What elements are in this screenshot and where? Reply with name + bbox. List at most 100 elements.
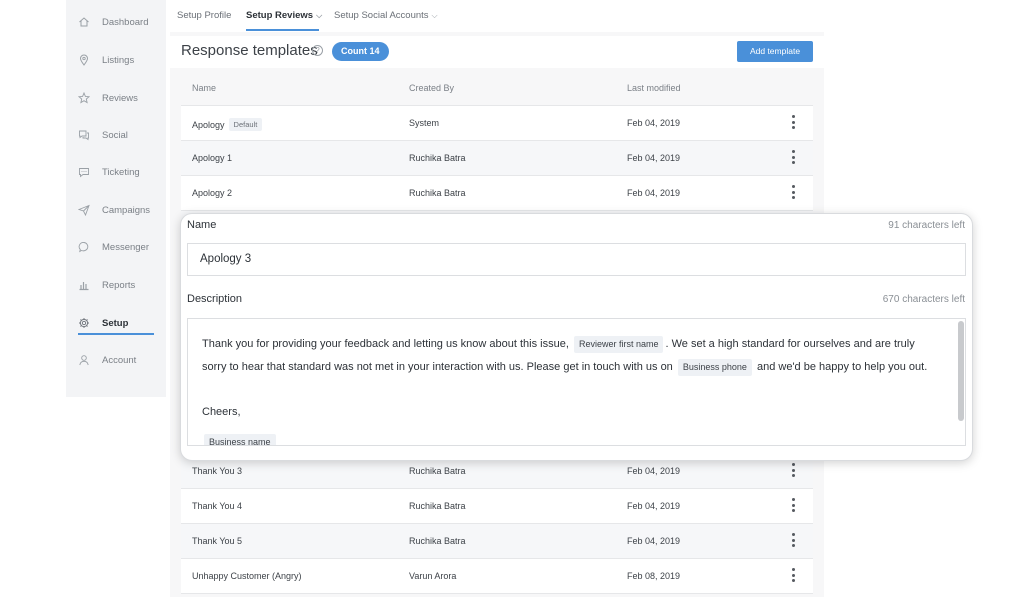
chat-icon bbox=[78, 129, 90, 141]
table-row[interactable]: Unhappy Customer (Angry) Varun Arora Feb… bbox=[181, 559, 813, 594]
sidebar: Dashboard Listings Reviews Social Ticket… bbox=[66, 0, 166, 397]
tab-setup-reviews[interactable]: Setup Reviews ⌵ bbox=[246, 10, 322, 21]
table-row[interactable]: Apology 2 Ruchika Batra Feb 04, 2019 bbox=[181, 176, 813, 211]
more-options-icon[interactable] bbox=[791, 463, 795, 479]
template-name-input[interactable]: Apology 3 bbox=[187, 243, 966, 276]
table-header: Name Created By Last modified bbox=[181, 70, 813, 106]
template-name: Apology 1 bbox=[192, 153, 233, 163]
sidebar-item-social[interactable]: Social bbox=[66, 120, 166, 150]
created-by: Ruchika Batra bbox=[409, 501, 466, 511]
sidebar-item-label: Campaigns bbox=[102, 204, 151, 216]
sidebar-item-reviews[interactable]: Reviews bbox=[66, 83, 166, 113]
more-options-icon[interactable] bbox=[791, 498, 795, 514]
pin-icon bbox=[78, 54, 90, 66]
send-icon bbox=[78, 204, 90, 216]
template-name: Thank You 4 bbox=[192, 501, 243, 511]
bar-chart-icon bbox=[78, 279, 90, 291]
last-modified: Feb 04, 2019 bbox=[627, 501, 681, 511]
last-modified: Feb 04, 2019 bbox=[627, 536, 681, 546]
template-name: Thank You 3 bbox=[192, 466, 243, 476]
ticket-icon bbox=[78, 166, 90, 178]
sidebar-item-reports[interactable]: Reports bbox=[66, 270, 166, 300]
sidebar-item-dashboard[interactable]: Dashboard bbox=[66, 7, 166, 37]
table-row[interactable]: Thank You 4 Ruchika Batra Feb 04, 2019 bbox=[181, 489, 813, 524]
template-name: Apology Default bbox=[192, 118, 263, 131]
created-by: Ruchika Batra bbox=[409, 466, 466, 476]
column-header-last-modified[interactable]: Last modified bbox=[627, 83, 681, 93]
default-tag: Default bbox=[228, 118, 263, 131]
sidebar-item-label: Social bbox=[102, 129, 128, 141]
sidebar-item-label: Messenger bbox=[102, 241, 149, 253]
template-name-text: Apology bbox=[192, 120, 225, 130]
more-options-icon[interactable] bbox=[791, 115, 795, 131]
add-template-button[interactable]: Add template bbox=[737, 41, 813, 62]
page-header: Response templates ? Count 14 Add templa… bbox=[170, 36, 824, 68]
template-name: Apology 2 bbox=[192, 188, 233, 198]
sidebar-item-messenger[interactable]: Messenger bbox=[66, 232, 166, 262]
tab-label: Setup Reviews bbox=[246, 10, 314, 21]
count-badge: Count 14 bbox=[332, 42, 389, 61]
sidebar-item-label: Account bbox=[102, 354, 137, 366]
column-header-created-by[interactable]: Created By bbox=[409, 83, 454, 93]
setup-tabs: Setup Profile Setup Reviews ⌵ Setup Socia… bbox=[170, 0, 824, 32]
placeholder-reviewer-first-name[interactable]: Reviewer first name bbox=[573, 336, 664, 353]
description-text: Thank you for providing your feedback an… bbox=[202, 333, 937, 379]
messenger-icon bbox=[78, 241, 90, 253]
name-chars-left: 91 characters left bbox=[888, 220, 965, 231]
description-textarea[interactable]: Thank you for providing your feedback an… bbox=[187, 318, 966, 446]
sidebar-item-label: Dashboard bbox=[102, 16, 149, 28]
tab-label: Setup Profile bbox=[177, 10, 232, 21]
description-closing: Cheers, bbox=[202, 406, 241, 418]
sidebar-item-label: Reviews bbox=[102, 92, 138, 104]
more-options-icon[interactable] bbox=[791, 185, 795, 201]
sidebar-item-listings[interactable]: Listings bbox=[66, 45, 166, 75]
description-chars-left: 670 characters left bbox=[882, 294, 965, 305]
tab-setup-profile[interactable]: Setup Profile bbox=[177, 10, 231, 21]
gear-icon bbox=[78, 317, 90, 329]
home-icon bbox=[78, 16, 90, 28]
template-name: Unhappy Customer (Angry) bbox=[192, 571, 302, 581]
textarea-scrollbar[interactable] bbox=[958, 321, 964, 421]
user-icon bbox=[78, 354, 90, 366]
sidebar-item-label: Reports bbox=[102, 279, 136, 291]
last-modified: Feb 04, 2019 bbox=[627, 188, 681, 198]
last-modified: Feb 04, 2019 bbox=[627, 118, 681, 128]
description-segment: Thank you for providing your feedback an… bbox=[202, 338, 569, 350]
created-by: Varun Arora bbox=[409, 571, 457, 581]
template-name: Thank You 5 bbox=[192, 536, 243, 546]
placeholder-business-name[interactable]: Business name bbox=[204, 434, 276, 445]
star-icon bbox=[78, 92, 90, 104]
tab-label: Setup Social Accounts bbox=[334, 10, 429, 21]
sidebar-item-label: Ticketing bbox=[102, 166, 140, 178]
name-label: Name bbox=[187, 219, 217, 231]
tab-setup-social-accounts[interactable]: Setup Social Accounts ⌵ bbox=[334, 10, 438, 21]
active-nav-indicator bbox=[78, 333, 154, 335]
more-options-icon[interactable] bbox=[791, 533, 795, 549]
created-by: System bbox=[409, 118, 440, 128]
sidebar-item-ticketing[interactable]: Ticketing bbox=[66, 157, 166, 187]
app-root: Dashboard Listings Reviews Social Ticket… bbox=[0, 0, 1024, 597]
last-modified: Feb 08, 2019 bbox=[627, 571, 681, 581]
table-row[interactable]: Thank You 5 Ruchika Batra Feb 04, 2019 bbox=[181, 524, 813, 559]
column-header-name[interactable]: Name bbox=[192, 83, 216, 93]
sidebar-item-label: Listings bbox=[102, 54, 135, 66]
sidebar-item-campaigns[interactable]: Campaigns bbox=[66, 195, 166, 225]
placeholder-business-phone[interactable]: Business phone bbox=[677, 359, 752, 376]
help-icon[interactable]: ? bbox=[312, 45, 323, 56]
chevron-down-icon: ⌵ bbox=[431, 11, 438, 20]
more-options-icon[interactable] bbox=[791, 568, 795, 584]
more-options-icon[interactable] bbox=[791, 150, 795, 166]
sidebar-item-label: Setup bbox=[102, 317, 129, 329]
last-modified: Feb 04, 2019 bbox=[627, 466, 681, 476]
last-modified: Feb 04, 2019 bbox=[627, 153, 681, 163]
edit-template-card: Name 91 characters left Apology 3 Descri… bbox=[180, 213, 973, 461]
active-tab-indicator bbox=[246, 29, 319, 31]
table-row[interactable]: Apology Default System Feb 04, 2019 bbox=[181, 106, 813, 141]
created-by: Ruchika Batra bbox=[409, 536, 466, 546]
description-segment: and we'd be happy to help you out. bbox=[756, 361, 928, 373]
description-label: Description bbox=[187, 293, 243, 305]
created-by: Ruchika Batra bbox=[409, 153, 466, 163]
table-row[interactable]: Apology 1 Ruchika Batra Feb 04, 2019 bbox=[181, 141, 813, 176]
chevron-down-icon: ⌵ bbox=[316, 11, 323, 20]
sidebar-item-account[interactable]: Account bbox=[66, 345, 166, 375]
